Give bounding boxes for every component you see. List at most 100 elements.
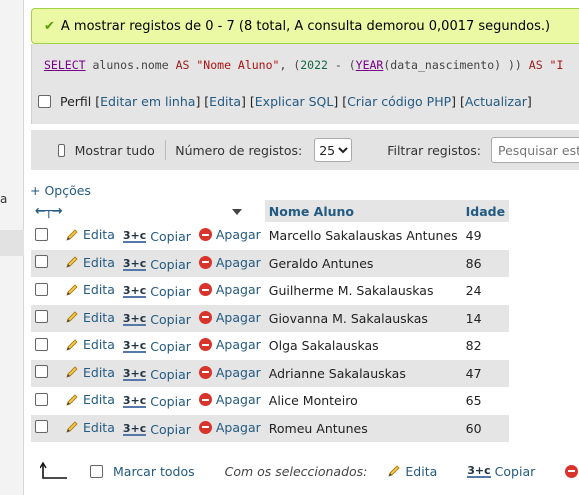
rows-count-label: Número de registos:	[175, 142, 303, 158]
row-checkbox[interactable]	[35, 420, 48, 434]
column-arrows-icon[interactable]: ←┬→	[35, 204, 63, 219]
row-edit-button[interactable]: Edita	[65, 310, 115, 325]
row-edit-button[interactable]: Edita	[65, 255, 115, 270]
row-edit-button[interactable]: Edita	[65, 337, 115, 352]
row-delete-button[interactable]: Apagar	[198, 282, 261, 297]
row-delete-button[interactable]: Apagar	[198, 227, 261, 242]
row-checkbox[interactable]	[35, 337, 48, 351]
cell-idade[interactable]: 24	[461, 277, 510, 305]
row-delete-button[interactable]: Apagar	[198, 310, 261, 325]
cell-nome[interactable]: Olga Sakalauskas	[264, 332, 462, 360]
explain-sql-link[interactable]: Explicar SQL	[255, 94, 334, 109]
cell-idade[interactable]: 65	[461, 387, 510, 415]
cell-idade[interactable]: 14	[461, 304, 510, 332]
sql-function[interactable]: YEAR	[356, 58, 384, 72]
row-copy-button[interactable]: 3+c Copiar	[122, 394, 191, 409]
check-all-checkbox[interactable]	[90, 464, 103, 478]
create-php-link[interactable]: Criar código PHP	[347, 94, 451, 109]
copy-row-icon: 3+c	[122, 421, 147, 436]
row-copy-cell: 3+c Copiar	[118, 387, 195, 415]
cell-nome[interactable]: Giovanna M. Sakalauskas	[264, 304, 462, 332]
cell-nome[interactable]: Alice Monteiro	[264, 387, 462, 415]
row-copy-label: Copiar	[150, 256, 191, 272]
table-row: Edita 3+c Copiar Apagar Adrianne Sakalauskas…	[31, 359, 510, 387]
row-edit-button[interactable]: Edita	[65, 420, 115, 435]
refresh-link[interactable]: Actualizar	[465, 94, 527, 109]
delete-icon	[198, 228, 212, 242]
options-link[interactable]: + Opções	[30, 183, 91, 198]
row-checkbox[interactable]	[35, 255, 48, 269]
row-copy-button[interactable]: 3+c Copiar	[122, 229, 191, 244]
row-delete-button[interactable]: Apagar	[198, 254, 261, 270]
row-copy-button[interactable]: 3+c Copiar	[122, 284, 191, 299]
with-selected-label: Com os seleccionados:	[224, 463, 368, 479]
row-delete-label: Apagar	[215, 254, 261, 270]
row-delete-button[interactable]: Apagar	[198, 420, 261, 435]
check-all-link[interactable]: Marcar todos	[113, 464, 195, 479]
delete-icon	[198, 420, 212, 434]
edit-inline-link[interactable]: Editar em linha	[100, 94, 195, 109]
row-delete-button[interactable]: Apagar	[198, 337, 261, 352]
row-copy-cell: 3+c Copiar	[118, 277, 195, 305]
cell-nome[interactable]: Adrianne Sakalauskas	[264, 359, 462, 387]
table-row: Edita 3+c Copiar Apagar Alice Monteiro 65	[31, 387, 510, 415]
cell-idade[interactable]: 47	[461, 359, 510, 387]
checkmark-icon: ✔	[44, 18, 55, 34]
sql-column: nome	[140, 58, 169, 72]
bulk-edit-button[interactable]: Edita	[387, 464, 437, 479]
rows-count-select[interactable]: 25	[314, 138, 353, 162]
row-checkbox[interactable]	[35, 310, 48, 324]
delete-icon	[198, 310, 212, 324]
sort-menu-icon[interactable]	[232, 209, 243, 215]
edit-query-link[interactable]: Edita	[209, 94, 241, 109]
row-edit-button[interactable]: Edita	[65, 392, 115, 407]
pencil-icon	[66, 256, 78, 268]
bulk-delete-button[interactable]: Ap	[565, 464, 579, 479]
row-delete-button[interactable]: Apagar	[198, 365, 261, 380]
sql-keyword[interactable]: SELECT	[44, 58, 86, 72]
bracket: ] [	[195, 94, 210, 109]
column-header-label[interactable]: Idade	[466, 204, 505, 219]
cell-nome[interactable]: Marcello Sakalauskas Antunes	[264, 222, 462, 250]
row-checkbox[interactable]	[35, 392, 48, 406]
cell-idade[interactable]: 49	[461, 222, 510, 250]
profile-checkbox[interactable]	[38, 95, 51, 108]
row-copy-button[interactable]: 3+c Copiar	[122, 256, 191, 272]
profile-label: Perfil	[60, 94, 92, 109]
row-copy-label: Copiar	[150, 311, 191, 327]
row-edit-button[interactable]: Edita	[65, 282, 115, 297]
row-checkbox[interactable]	[35, 282, 48, 296]
cell-idade[interactable]: 86	[461, 249, 510, 277]
cell-idade[interactable]: 82	[461, 332, 510, 360]
bulk-copy-button[interactable]: 3+c Copiar	[467, 464, 535, 479]
row-edit-label: Edita	[83, 227, 115, 242]
sql-keyword-as: AS	[528, 58, 543, 72]
cell-nome[interactable]: Guilherme M. Sakalauskas	[264, 277, 462, 305]
row-copy-button[interactable]: 3+c Copiar	[122, 311, 191, 327]
row-edit-button[interactable]: Edita	[65, 365, 115, 380]
row-select-cell	[31, 332, 61, 360]
row-copy-button[interactable]: 3+c Copiar	[122, 339, 191, 354]
column-header-idade[interactable]: Idade	[461, 200, 510, 222]
show-all-checkbox[interactable]	[58, 143, 65, 157]
row-copy-button[interactable]: 3+c Copiar	[122, 421, 191, 437]
row-checkbox[interactable]	[35, 365, 48, 379]
cell-nome[interactable]: Romeu Antunes	[264, 414, 462, 442]
row-edit-button[interactable]: Edita	[65, 227, 115, 242]
bulk-edit-label: Edita	[405, 463, 438, 479]
row-copy-cell: 3+c Copiar	[118, 249, 195, 277]
row-edit-cell: Edita	[61, 332, 119, 360]
cell-nome[interactable]: Geraldo Antunes	[264, 249, 462, 277]
sql-query-text[interactable]: SELECT alunos.nome AS "Nome Aluno", (202…	[44, 58, 563, 72]
sql-token: , (	[279, 58, 301, 72]
column-header-label[interactable]: Nome Aluno	[269, 204, 354, 219]
navigation-selected-item[interactable]	[0, 230, 24, 256]
cell-idade[interactable]: 60	[461, 414, 510, 442]
column-header-nome[interactable]: Nome Aluno	[264, 200, 462, 222]
row-checkbox[interactable]	[35, 227, 48, 241]
filter-rows-input[interactable]	[491, 137, 579, 163]
row-select-cell	[31, 304, 61, 332]
row-delete-button[interactable]: Apagar	[198, 392, 261, 407]
table-row: Edita 3+c Copiar Apagar Guilherme M. Sakalau…	[31, 277, 510, 305]
row-copy-button[interactable]: 3+c Copiar	[122, 367, 191, 382]
